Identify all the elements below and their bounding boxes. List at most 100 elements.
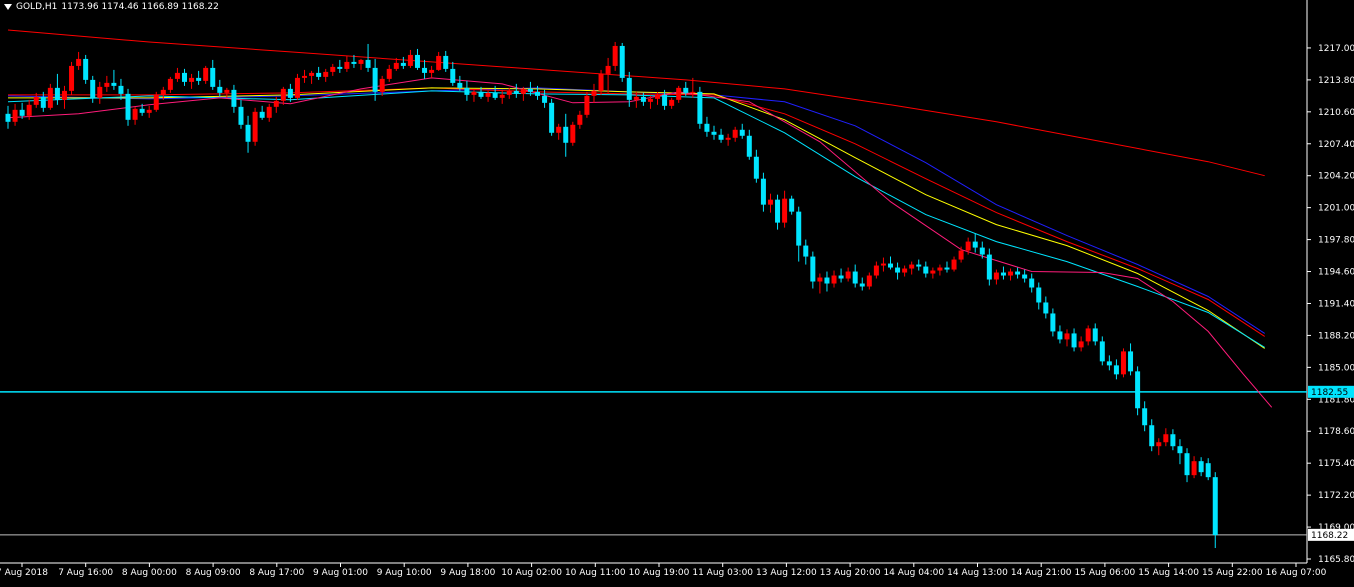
- candle-body: [711, 131, 717, 135]
- candle-body: [492, 92, 498, 98]
- candle-body: [958, 250, 964, 260]
- dropdown-triangle-icon[interactable]: [4, 4, 12, 10]
- candle-body: [704, 123, 710, 132]
- x-tick-label: 10 Aug 19:00: [629, 568, 690, 578]
- candle-body: [760, 178, 766, 205]
- candle-body: [951, 259, 957, 270]
- moving-average-line: [7, 77, 1273, 408]
- candle-body: [1029, 278, 1035, 288]
- candle-body: [605, 65, 611, 74]
- candle-body: [880, 263, 886, 266]
- candle-body: [767, 199, 773, 205]
- candle-body: [309, 72, 315, 76]
- candle-body: [393, 62, 399, 69]
- y-tick-label: 1194.60: [1318, 268, 1354, 278]
- candle-body: [386, 68, 392, 79]
- candle-body: [422, 67, 428, 73]
- candle-body: [944, 267, 950, 270]
- candle-body: [1022, 274, 1028, 279]
- candle-body: [69, 65, 75, 91]
- y-tick-label: 1210.60: [1318, 108, 1354, 118]
- candle-body: [993, 272, 999, 280]
- candle-body: [535, 91, 540, 96]
- y-tick-label: 1213.80: [1318, 76, 1354, 86]
- candle-body: [19, 109, 25, 116]
- x-tick-label: 14 Aug 04:00: [883, 568, 944, 578]
- candle-body: [669, 99, 675, 106]
- candle-body: [189, 77, 195, 82]
- candle-body: [852, 271, 858, 284]
- x-tick-label: 10 Aug 11:00: [565, 568, 626, 578]
- candle-body: [125, 93, 131, 120]
- candle-body: [789, 198, 795, 212]
- candle-body: [1177, 446, 1183, 454]
- candle-body: [775, 199, 781, 223]
- y-tick-label: 1204.20: [1318, 172, 1354, 182]
- candle-body: [859, 283, 865, 287]
- candle-body: [54, 87, 60, 100]
- candle-body: [1142, 408, 1148, 426]
- candle-body: [1135, 371, 1141, 409]
- candle-body: [47, 87, 53, 108]
- candle-body: [379, 78, 385, 92]
- candle-body: [83, 58, 89, 80]
- candle-body: [450, 68, 456, 83]
- moving-average-line: [7, 87, 1265, 334]
- y-tick-label: 1188.20: [1318, 331, 1354, 341]
- candle-body: [697, 91, 703, 124]
- x-tick-label: 15 Aug 14:00: [1138, 568, 1199, 578]
- candle-body: [97, 86, 103, 98]
- symbol-label: GOLD,H1: [16, 2, 58, 12]
- x-tick-label: 7 Aug 16:00: [58, 568, 113, 578]
- candle-body: [810, 256, 816, 282]
- candle-body: [365, 59, 371, 68]
- candle-body: [824, 277, 830, 284]
- candle-body: [831, 275, 837, 284]
- candle-body: [1106, 361, 1112, 366]
- candle-body: [1184, 453, 1190, 476]
- candle-body: [1113, 365, 1119, 375]
- candle-body: [316, 72, 322, 77]
- candle-body: [40, 96, 46, 108]
- candle-body: [591, 90, 597, 96]
- candle-body: [1015, 271, 1021, 275]
- candle-body: [1092, 328, 1098, 342]
- candle-body: [485, 92, 491, 97]
- candle-body: [909, 264, 915, 269]
- candle-body: [330, 66, 336, 72]
- candle-body: [1071, 333, 1077, 348]
- candle-body: [1212, 477, 1218, 536]
- candle-body: [513, 90, 519, 94]
- candle-body: [902, 268, 908, 273]
- candle-body: [436, 55, 442, 70]
- candle-body: [1078, 341, 1084, 348]
- candle-body: [182, 72, 187, 82]
- candle-body: [372, 67, 378, 92]
- candle-body: [1064, 333, 1070, 340]
- candle-body: [344, 61, 350, 69]
- candle-body: [210, 67, 216, 87]
- candle-body: [245, 124, 251, 142]
- candle-body: [746, 135, 752, 157]
- candle-body: [972, 241, 978, 248]
- candle-body: [1163, 434, 1169, 443]
- candle-body: [873, 265, 879, 276]
- candle-body: [252, 111, 258, 142]
- x-tick-label: 8 Aug 09:00: [186, 568, 241, 578]
- chart-header: GOLD,H1 1173.96 1174.46 1166.89 1168.22: [4, 2, 219, 12]
- moving-average-line: [8, 87, 1265, 337]
- x-tick-label: 11 Aug 03:00: [692, 568, 753, 578]
- candle-body: [1057, 331, 1063, 340]
- candle-body: [146, 109, 152, 113]
- chart[interactable]: 1217.00 1213.80 1210.60 1207.40 1204.20 1201.…: [0, 0, 1354, 583]
- candle-body: [33, 96, 39, 105]
- candle-body: [612, 45, 618, 66]
- candle-body: [732, 129, 738, 138]
- candle-body: [647, 98, 653, 102]
- candle-body: [471, 91, 477, 95]
- y-tick-label: 1165.80: [1318, 555, 1354, 565]
- candle-body: [407, 54, 413, 66]
- candle-body: [1036, 287, 1042, 303]
- candle-body: [337, 66, 343, 69]
- y-tick-label: 1217.00: [1318, 44, 1354, 54]
